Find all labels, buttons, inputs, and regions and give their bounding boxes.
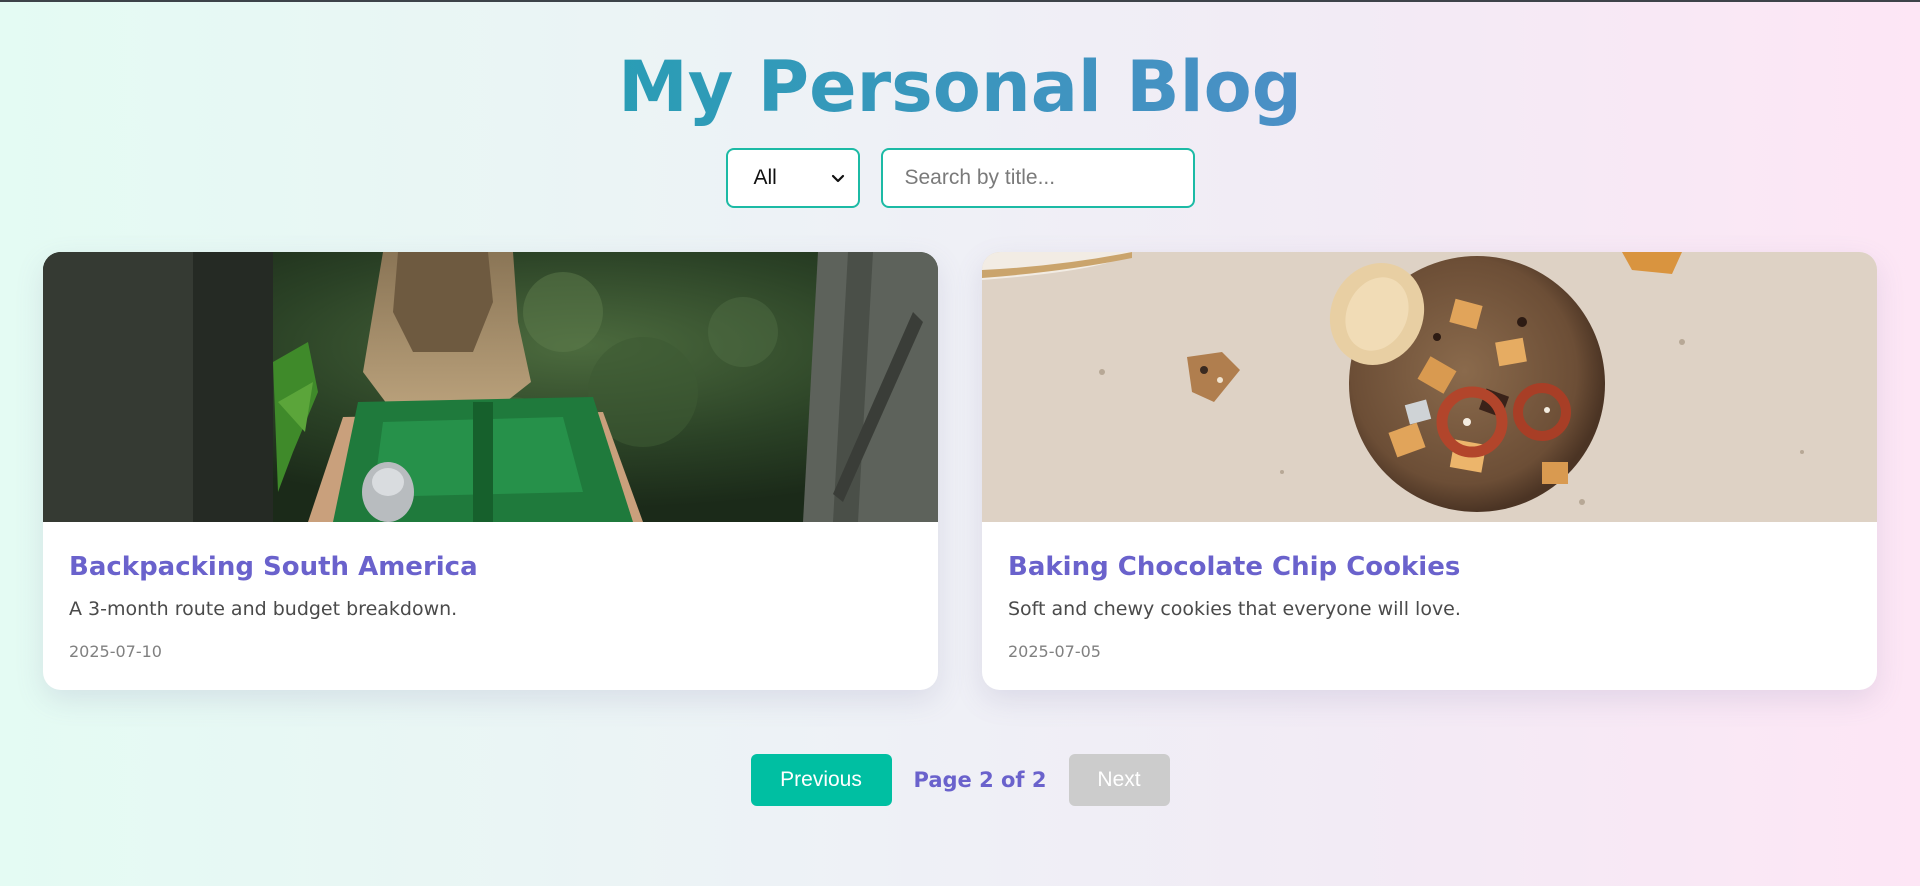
post-title[interactable]: Backpacking South America <box>69 552 478 582</box>
filter-bar: All <box>0 148 1920 208</box>
post-description: A 3-month route and budget breakdown. <box>69 598 458 620</box>
page-title: My Personal Blog <box>618 46 1302 128</box>
post-date: 2025-07-05 <box>1008 642 1101 661</box>
chevron-down-icon <box>831 174 844 183</box>
page-indicator: Page 2 of 2 <box>913 768 1047 792</box>
next-button[interactable]: Next <box>1068 754 1170 806</box>
post-description: Soft and chewy cookies that everyone wil… <box>1008 598 1461 620</box>
category-select-value: All <box>753 166 777 189</box>
post-date: 2025-07-10 <box>69 642 162 661</box>
category-select[interactable]: All <box>725 148 860 208</box>
post-title[interactable]: Baking Chocolate Chip Cookies <box>1008 552 1460 582</box>
post-image-cookie <box>982 252 1877 522</box>
search-input[interactable] <box>880 148 1195 208</box>
post-card[interactable]: Backpacking South America A 3-month rout… <box>43 252 938 690</box>
pagination: Previous Page 2 of 2 Next <box>0 754 1920 806</box>
post-card[interactable]: Baking Chocolate Chip Cookies Soft and c… <box>982 252 1877 690</box>
post-image-hiker <box>43 252 938 522</box>
previous-button[interactable]: Previous <box>750 754 892 806</box>
